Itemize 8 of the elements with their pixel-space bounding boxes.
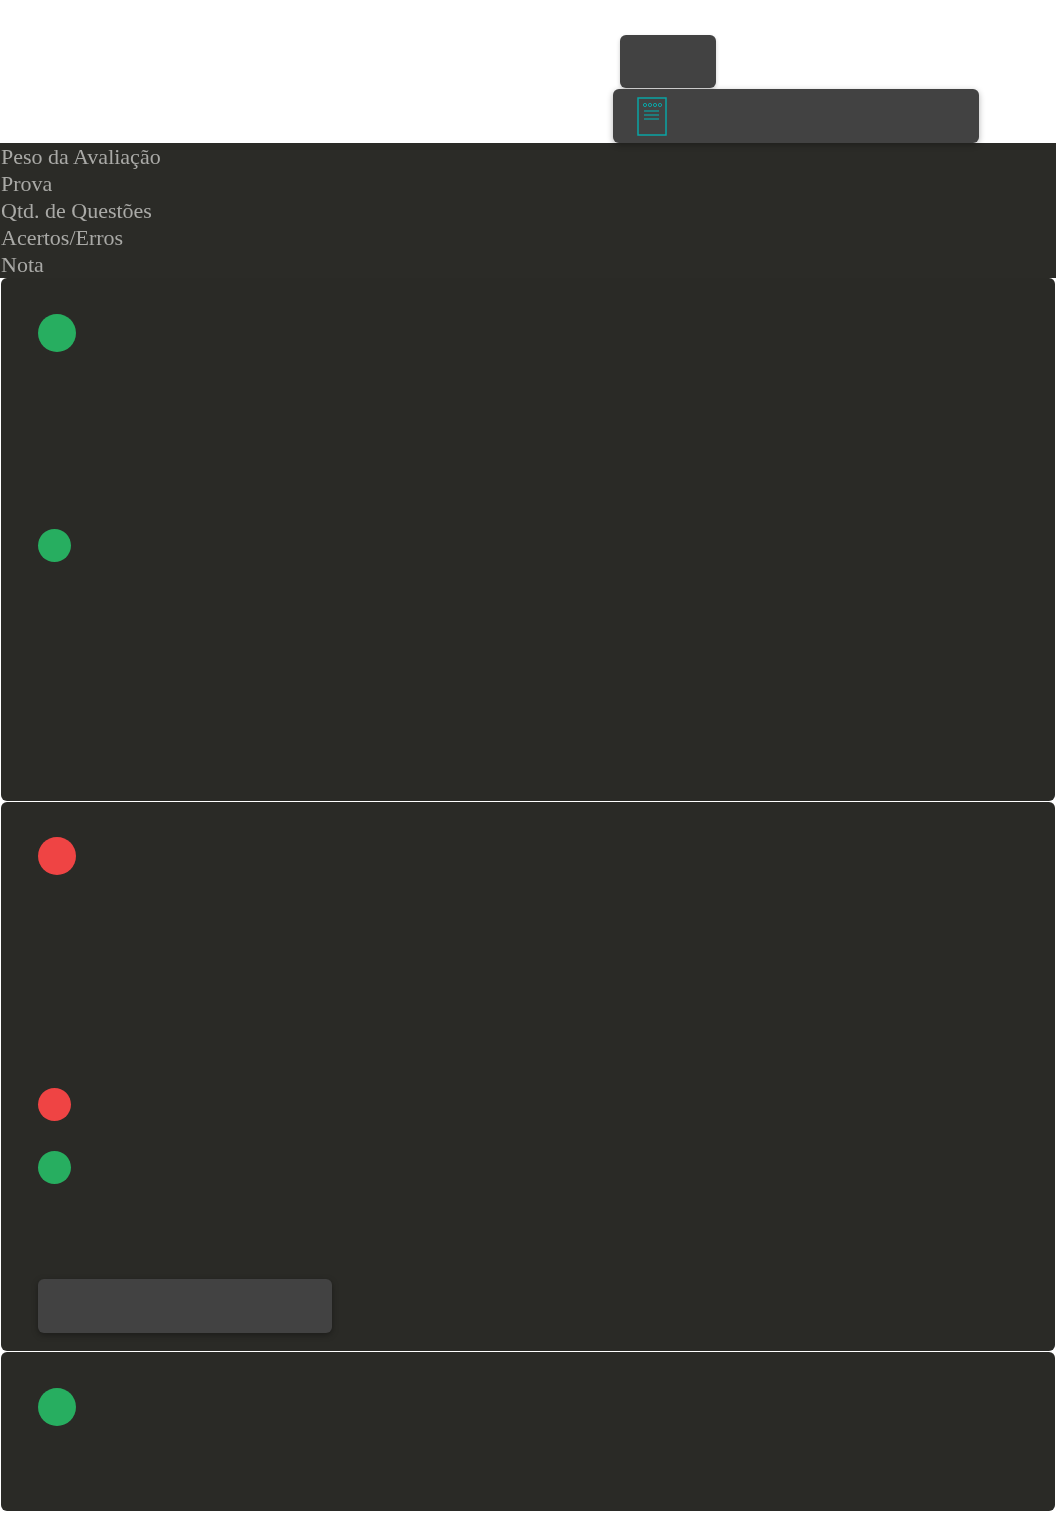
summary-label: Peso da Avaliação <box>0 143 162 170</box>
toolbar-button[interactable] <box>620 35 716 88</box>
summary-label: Nota <box>0 251 45 278</box>
summary-label: Prova <box>0 170 54 197</box>
summary-label: Qtd. de Questões <box>0 197 153 224</box>
action-button[interactable] <box>38 1279 332 1333</box>
summary-label: Acertos/Erros <box>0 224 125 251</box>
notebook-icon[interactable] <box>637 96 667 136</box>
